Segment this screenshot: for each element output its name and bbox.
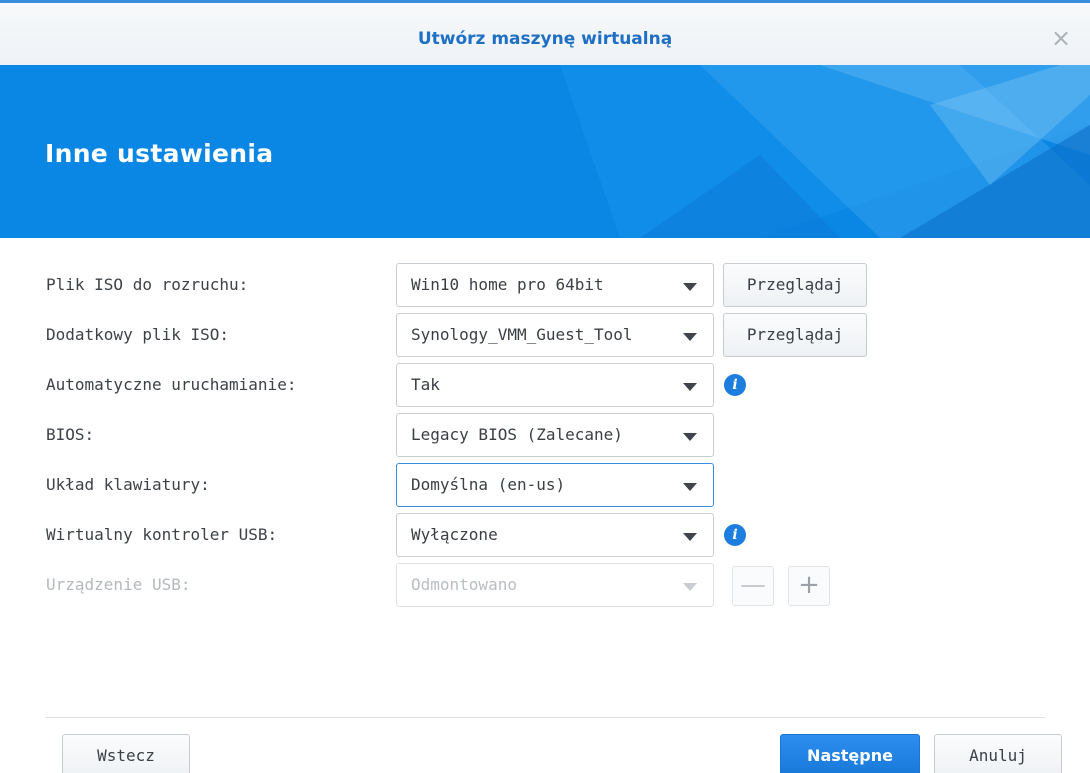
cancel-button[interactable]: Anuluj [934, 734, 1062, 773]
additional-iso-value: Synology_VMM_Guest_Tool [411, 325, 633, 344]
boot-iso-select[interactable]: Win10 home pro 64bit [396, 263, 714, 307]
keyboard-layout-value: Domyślna (en-us) [411, 475, 566, 494]
boot-iso-label: Plik ISO do rozruchu: [46, 275, 249, 294]
bios-value: Legacy BIOS (Zalecane) [411, 425, 623, 444]
autostart-value: Tak [411, 375, 440, 394]
dialog-title: Utwórz maszynę wirtualną [417, 29, 673, 49]
header-banner: Inne ustawienia [0, 65, 1090, 238]
additional-iso-select[interactable]: Synology_VMM_Guest_Tool [396, 313, 714, 357]
keyboard-layout-select[interactable]: Domyślna (en-us) [396, 463, 714, 507]
usb-controller-label: Wirtualny kontroler USB: [46, 525, 278, 544]
form-row-bios: BIOS: Legacy BIOS (Zalecane) [0, 413, 1090, 457]
boot-iso-browse-button[interactable]: Przeglądaj [723, 263, 867, 307]
chevron-down-icon [683, 433, 697, 441]
bios-select[interactable]: Legacy BIOS (Zalecane) [396, 413, 714, 457]
info-icon[interactable]: i [724, 524, 746, 546]
dialog-titlebar: Utwórz maszynę wirtualną × [0, 0, 1090, 65]
usb-device-value: Odmontowano [411, 575, 517, 594]
additional-iso-label: Dodatkowy plik ISO: [46, 325, 230, 344]
keyboard-layout-label: Układ klawiatury: [46, 475, 210, 494]
chevron-down-icon [683, 533, 697, 541]
remove-usb-device-button: — [732, 566, 774, 606]
form-row-boot-iso: Plik ISO do rozruchu: Win10 home pro 64b… [0, 263, 1090, 307]
back-button[interactable]: Wstecz [62, 734, 190, 773]
footer-divider [45, 717, 1045, 718]
close-icon[interactable]: × [1046, 23, 1076, 53]
chevron-down-icon [683, 583, 697, 591]
bios-label: BIOS: [46, 425, 95, 444]
next-button[interactable]: Następne [780, 734, 920, 773]
form-row-additional-iso: Dodatkowy plik ISO: Synology_VMM_Guest_T… [0, 313, 1090, 357]
info-icon[interactable]: i [724, 374, 746, 396]
form-row-autostart: Automatyczne uruchamianie: Tak i [0, 363, 1090, 407]
usb-device-select: Odmontowano [396, 563, 714, 607]
usb-controller-select[interactable]: Wyłączone [396, 513, 714, 557]
boot-iso-value: Win10 home pro 64bit [411, 275, 604, 294]
usb-controller-value: Wyłączone [411, 525, 498, 544]
form-row-usb-controller: Wirtualny kontroler USB: Wyłączone i [0, 513, 1090, 557]
additional-iso-browse-button[interactable]: Przeglądaj [723, 313, 867, 357]
chevron-down-icon [683, 383, 697, 391]
autostart-label: Automatyczne uruchamianie: [46, 375, 297, 394]
chevron-down-icon [683, 333, 697, 341]
form-row-usb-device: Urządzenie USB: Odmontowano — + [0, 563, 1090, 607]
autostart-select[interactable]: Tak [396, 363, 714, 407]
page-title: Inne ustawienia [45, 139, 274, 168]
form-row-keyboard-layout: Układ klawiatury: Domyślna (en-us) [0, 463, 1090, 507]
chevron-down-icon [683, 483, 697, 491]
usb-device-label: Urządzenie USB: [46, 575, 191, 594]
chevron-down-icon [683, 283, 697, 291]
add-usb-device-button[interactable]: + [788, 566, 830, 606]
